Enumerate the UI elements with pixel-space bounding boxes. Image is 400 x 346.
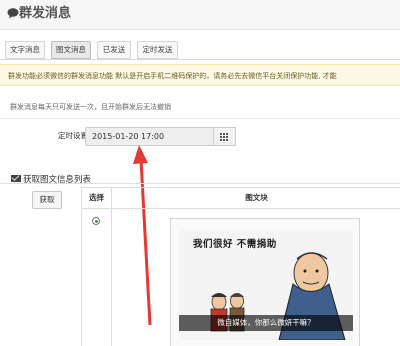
envelope-icon	[11, 175, 21, 182]
tabs-divider	[0, 59, 400, 60]
tab-news-message[interactable]: 图文消息	[51, 41, 91, 59]
schedule-label: 定时设置	[58, 131, 88, 140]
divider	[0, 118, 400, 119]
news-card[interactable]: 我们很好 不需捐助 微自媒体，你那么微妍干嘛？	[170, 218, 360, 346]
news-table: 选择 图文块 我们很好 不需捐助 微自媒体，你那么微妍干嘛？	[81, 187, 400, 346]
row-select-radio[interactable]	[92, 217, 100, 225]
chat-bubble-icon	[7, 8, 19, 19]
column-header-news-block: 图文块	[245, 193, 268, 202]
schedule-datetime-input[interactable]: 2015-01-20 17:00	[85, 127, 214, 146]
section-divider	[0, 183, 400, 184]
news-title-caption: 微自媒体，你那么微妍干嘛？	[217, 318, 315, 327]
news-cover-image: 我们很好 不需捐助 微自媒体，你那么微妍干嘛？	[179, 229, 353, 340]
cartoon-speech-text: 我们很好 不需捐助	[193, 239, 277, 250]
column-header-select: 选择	[89, 193, 104, 202]
schedule-datetime-value: 2015-01-20 17:00	[92, 132, 165, 141]
warning-notice-text: 群发功能必须微信的群发消息功能 默认是开启手机二维码保护的，请务必先去微信平台关…	[8, 72, 337, 80]
page-title: 群发消息	[19, 6, 72, 21]
page-header: 群发消息	[0, 0, 400, 30]
column-separator	[111, 188, 112, 346]
warning-notice: 群发功能必须微信的群发消息功能 默认是开启手机二维码保护的，请务必先去微信平台关…	[0, 64, 400, 86]
tab-sent[interactable]: 已发送	[97, 41, 131, 59]
tab-text-message[interactable]: 文字消息	[5, 41, 45, 59]
datetime-picker-button[interactable]	[214, 127, 236, 146]
table-header-divider	[82, 208, 400, 209]
tab-scheduled[interactable]: 定时发送	[137, 41, 178, 59]
send-limit-hint: 群发消息每天只可发送一次，且开始群发后无法撤销	[10, 103, 171, 111]
fetch-news-button[interactable]: 获取	[32, 191, 62, 209]
calendar-grid-icon	[220, 133, 229, 142]
